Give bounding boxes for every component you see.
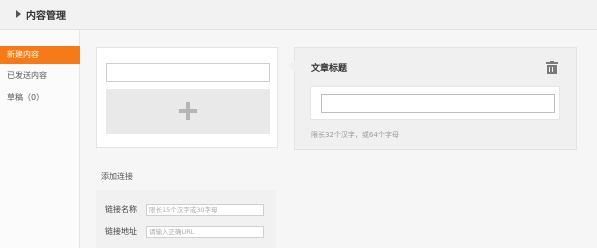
card-pointer bbox=[288, 60, 295, 72]
page-title: 内容管理 bbox=[26, 11, 66, 22]
add-image-button[interactable] bbox=[106, 89, 270, 134]
sidebar: 新建内容 已发送内容 草稿（0） bbox=[0, 30, 80, 248]
link-url-label: 链接地址 bbox=[105, 227, 137, 236]
add-link-label: 添加连接 bbox=[101, 172, 133, 181]
sidebar-item-sent-content[interactable]: 已发送内容 bbox=[0, 67, 80, 85]
article-title-label: 文章标题 bbox=[311, 64, 348, 74]
caret-right-icon bbox=[16, 10, 21, 18]
article-title-input[interactable] bbox=[321, 94, 555, 113]
sidebar-item-new-content[interactable]: 新建内容 bbox=[0, 46, 80, 64]
link-name-label: 链接名称 bbox=[105, 205, 137, 214]
title-field-wrapper bbox=[310, 86, 560, 120]
trash-icon[interactable] bbox=[546, 61, 558, 74]
title-length-hint: 限长32个汉字，或64个字母 bbox=[311, 131, 399, 139]
page-header: 内容管理 bbox=[0, 0, 597, 30]
link-panel: 链接名称 链接地址 bbox=[96, 190, 276, 248]
sidebar-item-drafts[interactable]: 草稿（0） bbox=[0, 89, 80, 107]
preview-title-input[interactable] bbox=[106, 63, 270, 82]
article-form-card: 文章标题 限长32个汉字，或64个字母 bbox=[288, 47, 577, 150]
link-name-input[interactable] bbox=[146, 204, 264, 216]
article-preview-card bbox=[96, 47, 278, 148]
link-url-input[interactable] bbox=[146, 226, 264, 238]
